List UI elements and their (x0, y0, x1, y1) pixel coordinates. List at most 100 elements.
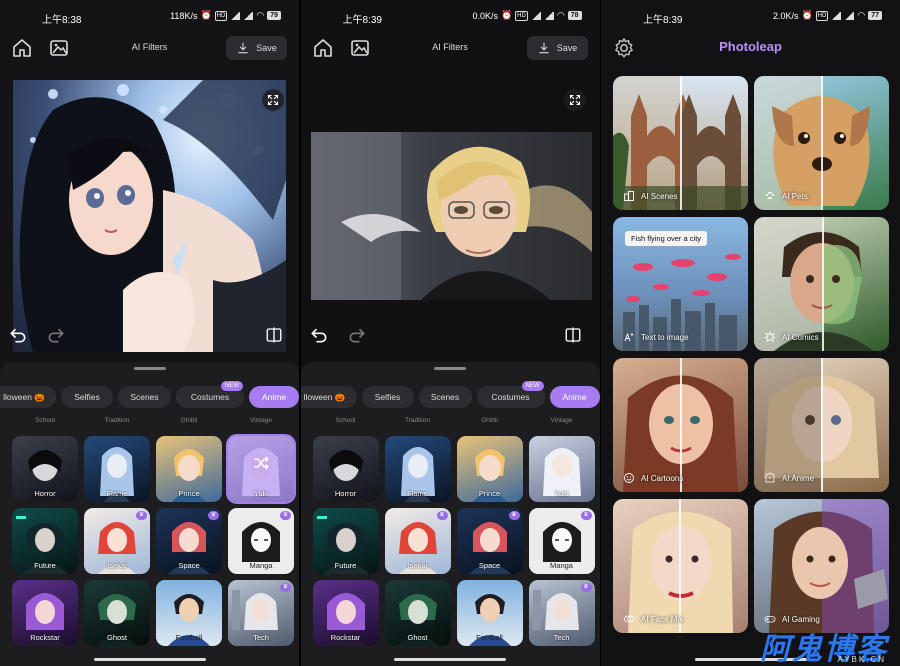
anime-icon (765, 472, 775, 483)
save-button[interactable]: Save (526, 36, 588, 60)
feature-card-ai-pets[interactable]: AI Pets (754, 76, 889, 210)
filter-tile-horror[interactable]: Horror (12, 436, 78, 502)
sheet-handle[interactable] (434, 367, 466, 370)
filter-tile-isekai[interactable]: ♛ Isekai (84, 508, 150, 574)
tab-selfies[interactable]: Selfies (361, 386, 414, 408)
shuffle-icon[interactable] (252, 454, 270, 472)
feature-card-ai-gaming[interactable]: AI Gaming (754, 499, 889, 633)
battery-level: 77 (868, 11, 882, 20)
filter-label: Isekai (407, 561, 428, 570)
filter-tile-flame[interactable]: Flame (384, 436, 451, 502)
alarm-icon: ⏰ (500, 10, 513, 20)
filter-tile-manga[interactable]: ♛ Manga (528, 508, 595, 574)
status-bar: 上午8:39 2.0K/s ⏰ HD ◠ 77 (601, 0, 900, 32)
undo-icon[interactable] (309, 325, 329, 345)
cartoon-face-icon (624, 473, 634, 483)
save-button[interactable]: Save (226, 36, 287, 60)
compare-icon[interactable] (265, 326, 283, 344)
filter-tile-yuki[interactable]: Yuki (528, 436, 595, 502)
filter-tile-horror[interactable]: Horror (312, 436, 379, 502)
filter-tile-space[interactable]: ♛ Space (156, 508, 222, 574)
filter-tile-tech[interactable]: ♛ Tech (228, 580, 294, 646)
tab-selfies[interactable]: Selfies (61, 386, 113, 408)
sheet-handle[interactable] (133, 367, 166, 370)
filter-label: Rockstar (330, 633, 361, 642)
premium-crown-icon: ♛ (280, 511, 291, 520)
burst-icon (764, 331, 776, 343)
redo-icon[interactable] (347, 325, 367, 345)
premium-crown-icon: ♛ (136, 511, 147, 520)
tab-halloween[interactable]: lloween 🎃 (300, 386, 357, 408)
feature-card-ai-scenes[interactable]: AI Scenes (613, 76, 748, 210)
phone-screen-3: 上午8:39 2.0K/s ⏰ HD ◠ 77 Photoleap AI Sce… (601, 0, 900, 666)
network-speed: 118K/s (170, 10, 198, 21)
filter-label: Yuki (554, 489, 569, 498)
filter-tile-ghost[interactable]: Ghost (384, 580, 451, 646)
redo-icon[interactable] (46, 325, 66, 345)
filter-label: Tech (553, 633, 570, 642)
tab-anime[interactable]: Anime (549, 386, 600, 408)
tab-scenes[interactable]: Scenes (118, 386, 171, 408)
card-title: AI Gaming (782, 614, 820, 624)
category-tabs: lloween 🎃 Selfies Scenes Costumes Anime (300, 386, 600, 410)
tab-anime[interactable]: Anime (249, 386, 299, 408)
feature-card-ai-face-mix[interactable]: AI Face Mix (613, 499, 748, 633)
filter-tile-rockstar[interactable]: Rockstar (312, 580, 379, 646)
filter-tile-isekai[interactable]: ♛ Isekai (384, 508, 451, 574)
filter-label: Yuki (253, 489, 269, 498)
filter-label: Prince (478, 489, 501, 498)
filter-tile-future[interactable]: Future (312, 508, 379, 574)
filter-tile-manga[interactable]: ♛ Manga (228, 508, 294, 574)
signal-icon-2 (543, 11, 554, 20)
tab-scenes[interactable]: Scenes (418, 386, 472, 408)
filter-label: Future (34, 561, 56, 570)
filter-label: Tech (253, 633, 269, 642)
card-title: AI Face Mix (641, 614, 684, 624)
home-indicator[interactable] (93, 658, 206, 661)
network-speed: 0.0K/s (472, 10, 498, 21)
watermark-sub: AYBK.CN (837, 655, 886, 664)
filter-tile-rockstar[interactable]: Rockstar (12, 580, 78, 646)
filter-tile-football[interactable]: Football (156, 580, 222, 646)
filters-sheet: lloween 🎃 Selfies Scenes Costumes Anime … (300, 362, 600, 666)
card-label: AI Cartoons (623, 472, 683, 484)
filter-label-cut: School (335, 417, 356, 424)
filter-tile-yuki[interactable]: Yuki (226, 434, 296, 504)
filter-tile-flame[interactable]: Flame (84, 436, 150, 502)
compare-icon[interactable] (564, 326, 582, 344)
feature-card-text-to-image[interactable]: Fish flying over a city Text to image (613, 217, 748, 351)
filter-label: Football (175, 633, 203, 642)
fullscreen-button[interactable] (563, 89, 586, 111)
card-title: AI Pets (782, 191, 808, 201)
undo-icon[interactable] (8, 325, 28, 345)
filter-tile-football[interactable]: Football (456, 580, 523, 646)
signal-icon (831, 11, 842, 20)
hd-icon: HD (214, 10, 228, 21)
new-badge: NEW (221, 381, 243, 391)
filter-tile-prince[interactable]: Prince (156, 436, 222, 502)
status-bar: 上午8:39 0.0K/s ⏰ HD ◠ 78 (301, 0, 600, 32)
alarm-icon: ⏰ (801, 10, 813, 20)
text-sparkle-icon (624, 332, 634, 342)
signal-icon-2 (844, 11, 855, 20)
card-label: AI Scenes (623, 190, 677, 202)
hd-icon: HD (515, 10, 528, 21)
filter-label: Ghost (106, 633, 127, 642)
filter-tile-space[interactable]: ♛ Space (456, 508, 523, 574)
compare-divider (680, 76, 682, 210)
brand-logo: Photoleap (719, 39, 782, 54)
feature-card-ai-anime[interactable]: AI Anime (754, 358, 889, 492)
tab-halloween[interactable]: lloween 🎃 (0, 386, 56, 408)
filter-label-cut: Ghibli (180, 417, 198, 424)
filter-tile-future[interactable]: Future (12, 508, 78, 574)
home-indicator[interactable] (394, 658, 506, 661)
card-title: AI Comics (782, 332, 819, 342)
feature-card-ai-comics[interactable]: AI Comics (754, 217, 889, 351)
preview-image (13, 80, 286, 352)
filter-label: Future (334, 561, 357, 570)
filter-tile-ghost[interactable]: Ghost (84, 580, 150, 646)
filter-tile-prince[interactable]: Prince (456, 436, 523, 502)
feature-card-ai-cartoons[interactable]: AI Cartoons (613, 358, 748, 492)
filter-tile-tech[interactable]: ♛ Tech (528, 580, 595, 646)
fullscreen-button[interactable] (262, 89, 284, 111)
